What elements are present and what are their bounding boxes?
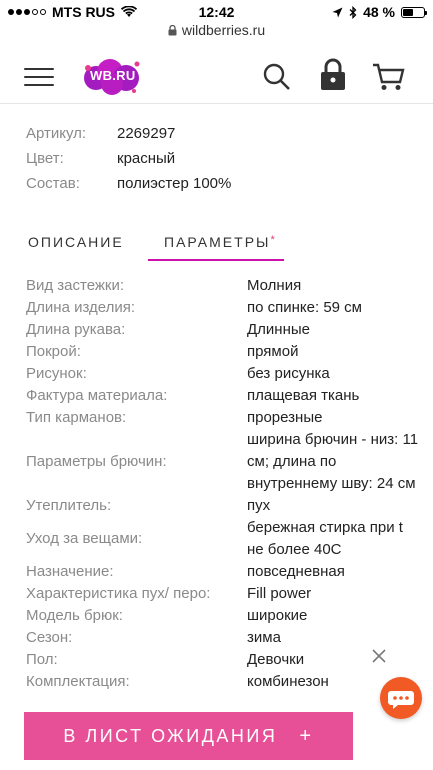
param-value: без рисунка (247, 365, 330, 382)
param-label: Покрой: (26, 343, 81, 360)
param-value: пух (247, 497, 271, 514)
spec-row: Артикул: 2269297 (26, 125, 231, 150)
param-value: Девочки (247, 651, 305, 668)
close-icon[interactable] (371, 648, 387, 664)
param-value: плащевая ткань (247, 387, 360, 404)
param-row: Параметры брючин: ширина брючин - низ: 11… (26, 429, 426, 495)
param-label: Уход за вещами: (26, 530, 143, 547)
battery-icon (401, 6, 427, 18)
param-value: прямой (247, 343, 299, 360)
param-value: повседневная (247, 563, 345, 580)
param-label: Комплектация: (26, 673, 130, 690)
lock-small-icon (168, 24, 177, 35)
param-value: Молния (247, 277, 302, 294)
param-row: Вид застежки: Молния (26, 275, 426, 297)
tab-parameters[interactable]: ПАРАМЕТРЫ* (164, 234, 275, 250)
battery-percent: 48 % (363, 4, 395, 20)
spec-row: Цвет: красный (26, 150, 231, 175)
param-label: Рисунок: (26, 365, 87, 382)
parameters-table: Вид застежки: Молния Длина изделия: по спи… (26, 275, 426, 693)
param-row: Пол: Девочки (26, 649, 426, 671)
spec-label: Цвет: (26, 150, 64, 167)
param-row: Покрой: прямой (26, 341, 426, 363)
param-row: Тип карманов: прорезные (26, 407, 426, 429)
param-row: Сезон: зима (26, 627, 426, 649)
param-row: Длина изделия: по спинке: 59 см (26, 297, 426, 319)
wishlist-label: В ЛИСТ ОЖИДАНИЯ (63, 725, 278, 746)
param-row: Модель брюк: широкие (26, 605, 426, 627)
spec-label: Артикул: (26, 125, 87, 142)
param-row: Уход за вещами: бережная стирка при t не … (26, 517, 426, 561)
chat-bubble-icon (388, 691, 414, 709)
param-label: Параметры брючин: (26, 453, 167, 470)
param-value: бережная стирка при t не более 40С (247, 519, 403, 558)
param-row: Назначение: повседневная (26, 561, 426, 583)
add-to-wishlist-button[interactable]: В ЛИСТ ОЖИДАНИЯ + (24, 712, 353, 760)
param-row: Рисунок: без рисунка (26, 363, 426, 385)
param-label: Длина рукава: (26, 321, 126, 338)
param-label: Фактура материала: (26, 387, 168, 404)
param-label: Вид застежки: (26, 277, 125, 294)
cart-icon[interactable] (372, 62, 406, 92)
param-label: Назначение: (26, 563, 114, 580)
param-row: Характеристика пух/ перо: Fill power (26, 583, 426, 605)
bluetooth-icon (349, 5, 357, 19)
param-label: Модель брюк: (26, 607, 123, 624)
param-value: Fill power (247, 585, 312, 602)
menu-button[interactable] (24, 68, 54, 86)
param-row: Фактура материала: плащевая ткань (26, 385, 426, 407)
location-arrow-icon (332, 7, 343, 17)
param-row: Длина рукава: Длинные (26, 319, 426, 341)
spec-value: 2269297 (117, 125, 176, 142)
lock-icon[interactable] (319, 58, 347, 92)
param-label: Длина изделия: (26, 299, 136, 316)
tab-description[interactable]: ОПИСАНИЕ (28, 234, 124, 250)
product-specs: Артикул: 2269297 Цвет: красный Состав: поли… (26, 125, 231, 200)
spec-value: красный (117, 150, 176, 167)
param-label: Пол: (26, 651, 58, 668)
param-row: Утеплитель: пух (26, 495, 426, 517)
param-value: прорезные (247, 409, 323, 426)
url-text: wildberries.ru (181, 22, 266, 38)
tab-parameters-label: ПАРАМЕТРЫ (164, 234, 271, 250)
param-value: зима (247, 629, 281, 646)
param-label: Утеплитель: (26, 497, 112, 514)
site-header: WB.RU (0, 44, 433, 104)
spec-row: Состав: полиэстер 100% (26, 175, 231, 200)
param-value: широкие (247, 607, 308, 624)
spec-label: Состав: (26, 175, 80, 192)
required-marker: * (270, 234, 275, 246)
spec-value: полиэстер 100% (117, 175, 232, 192)
plus-icon: + (299, 724, 314, 747)
active-tab-indicator (148, 259, 284, 261)
search-icon[interactable] (262, 62, 292, 92)
logo-text: WB.RU (90, 68, 136, 83)
param-value: по спинке: 59 см (247, 299, 362, 316)
param-label: Характеристика пух/ перо: (26, 585, 211, 602)
chat-button[interactable] (380, 677, 422, 719)
param-label: Сезон: (26, 629, 73, 646)
status-bar: MTS RUS 12:42 48 % (0, 0, 433, 24)
param-label: Тип карманов: (26, 409, 127, 426)
url-bar[interactable]: wildberries.ru (0, 22, 433, 38)
param-value: ширина брючин - низ: 11 см; длина по вну… (247, 431, 419, 492)
param-row: Комплектация: комбинезон (26, 671, 426, 693)
param-value: Длинные (247, 321, 310, 338)
